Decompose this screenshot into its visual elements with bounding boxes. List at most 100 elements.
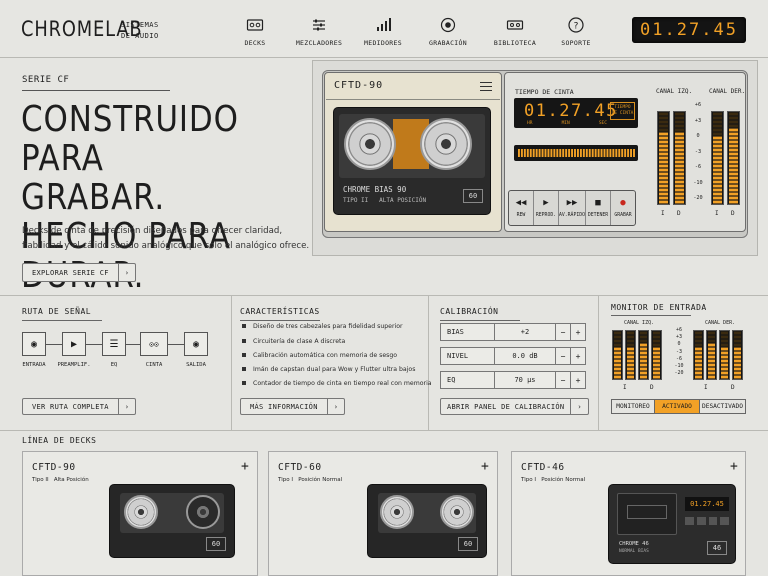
vu-segment [713, 156, 722, 160]
nav-decks[interactable]: DECKS [225, 16, 285, 47]
vu-segment [659, 116, 668, 120]
vu-segment [721, 351, 728, 355]
rewind-button[interactable]: ◀◀ REW [509, 191, 534, 225]
vu-segment [640, 351, 647, 355]
mini-button [685, 517, 694, 525]
calibration-value[interactable]: 70 µs [495, 372, 555, 388]
calibration-value[interactable]: 0.0 dB [495, 348, 555, 364]
signal-node-eq[interactable]: ☰ [102, 332, 126, 356]
deck-card-cftd-90[interactable]: CFTD-90 Tipo II Alta Posición + 60 [22, 451, 258, 576]
menu-icon[interactable] [480, 82, 492, 91]
deck-divider [326, 99, 500, 100]
calibration-value[interactable]: +2 [495, 324, 555, 340]
deck-card-cftd-46[interactable]: CFTD-46 Tipo I Posición Normal + 01.27.4… [511, 451, 746, 576]
vu-segment [734, 335, 741, 339]
monitor-off-button[interactable]: DESACTIVADO [700, 400, 745, 413]
fast-forward-button[interactable]: ▶▶ AV.RÁPIDO [559, 191, 586, 225]
vu-segment [695, 351, 702, 355]
vu-segment [695, 359, 702, 363]
signal-node-salida[interactable]: ◉ [184, 332, 208, 356]
cassette-icon [246, 19, 264, 31]
section-underline [440, 320, 520, 321]
deck-card-cftd-60[interactable]: CFTD-60 Tipo I Posición Normal + 60 [268, 451, 498, 576]
calibration-name: EQ [441, 372, 495, 388]
rewind-icon: ◀◀ [515, 197, 527, 208]
feature-item: Imán de capstan dual para Wow y Flutter … [242, 366, 415, 373]
nav-medidores[interactable]: MEDIDORES [353, 16, 413, 47]
signal-node-entrada[interactable]: ◉ [22, 332, 46, 356]
monitor-on-button[interactable]: ACTIVADO [655, 400, 700, 413]
vu-segment [729, 176, 738, 180]
vu-segment [659, 120, 668, 124]
decrement-button[interactable]: − [555, 348, 570, 364]
explore-series-button[interactable]: EXPLORAR SERIE CF › [22, 263, 137, 282]
cassette-position-text: ALTA POSICIÓN [379, 197, 427, 204]
nav-soporte[interactable]: ? SOPORTE [546, 16, 606, 47]
vu-segment [734, 375, 741, 379]
mini-button [720, 517, 729, 525]
monitor-scale-tick: 0 [677, 341, 681, 348]
mini-deck-image: 01.27.45 CHROME 46 NORMAL BIAS 46 [608, 484, 736, 564]
section-divider [0, 430, 768, 431]
vu-segment [627, 375, 634, 379]
top-header: CHROMELAB SISTEMAS DE AUDIO DECKS MEZCLA… [0, 0, 768, 58]
section-underline [22, 320, 102, 321]
nav-grabacion[interactable]: GRABACIÓN [418, 16, 478, 47]
cassette-label: CHROME BIAS 90 [343, 185, 407, 194]
vu-segment [729, 164, 738, 168]
play-button[interactable]: ▶ REPROD. [534, 191, 559, 225]
vu-segment [614, 359, 621, 363]
open-calibration-button[interactable]: ABRIR PANEL DE CALIBRACIÓN › [440, 398, 589, 415]
stop-button[interactable]: ■ DETENER [586, 191, 611, 225]
more-info-button[interactable]: MÁS INFORMACIÓN › [240, 398, 346, 415]
section-divider [0, 295, 768, 296]
vu-segment [713, 144, 722, 148]
vu-segment [695, 367, 702, 371]
vu-channel-label: I [715, 210, 719, 217]
increment-button[interactable]: + [570, 324, 585, 340]
record-dot-icon: ● [620, 197, 626, 208]
unit-hr: HR [527, 121, 533, 126]
vu-segment [729, 140, 738, 144]
vu-segment [614, 343, 621, 347]
vu-segment [614, 339, 621, 343]
vu-segment [713, 152, 722, 156]
decrement-button[interactable]: − [555, 324, 570, 340]
monitor-scale-tick: -6 [675, 355, 683, 362]
vu-segment [721, 367, 728, 371]
vu-segment [734, 339, 741, 343]
lineup-title: LÍNEA DE DECKS [22, 436, 97, 445]
chevron-right-icon: › [570, 399, 588, 414]
vu-segment [734, 355, 741, 359]
strip-segment [574, 149, 576, 157]
deck-card-position: Posición Normal [298, 477, 343, 483]
feature-item: Circuitería de clase A discreta [242, 338, 345, 345]
help-icon: ? [568, 17, 584, 33]
add-icon[interactable]: + [241, 459, 249, 474]
vu-scale-tick: -6 [694, 164, 702, 170]
strip-segment [618, 149, 621, 157]
view-full-path-button[interactable]: VER RUTA COMPLETA › [22, 398, 137, 415]
vu-segment [627, 359, 634, 363]
vu-segment [627, 331, 634, 335]
vu-segment [708, 351, 715, 355]
strip-segment [535, 149, 538, 157]
add-icon[interactable]: + [481, 459, 489, 474]
record-icon [440, 17, 456, 33]
vu-segment [729, 156, 738, 160]
vu-scale-tick: 0 [696, 133, 700, 139]
signal-node-cinta[interactable]: ⊙⊙ [140, 332, 168, 356]
vu-segment [734, 347, 741, 351]
increment-button[interactable]: + [570, 372, 585, 388]
vu-segment [708, 371, 715, 375]
cassette-length-badge: 60 [206, 537, 226, 551]
decrement-button[interactable]: − [555, 372, 570, 388]
vu-segment [729, 128, 738, 132]
signal-node-preamp[interactable]: ▶ [62, 332, 86, 356]
add-icon[interactable]: + [730, 459, 738, 474]
bar-chart-icon [377, 18, 391, 31]
nav-mezcladores[interactable]: MEZCLADORES [289, 16, 349, 47]
increment-button[interactable]: + [570, 348, 585, 364]
nav-biblioteca[interactable]: BIBLIOTECA [485, 16, 545, 47]
record-button[interactable]: ● GRABAR [611, 191, 635, 225]
